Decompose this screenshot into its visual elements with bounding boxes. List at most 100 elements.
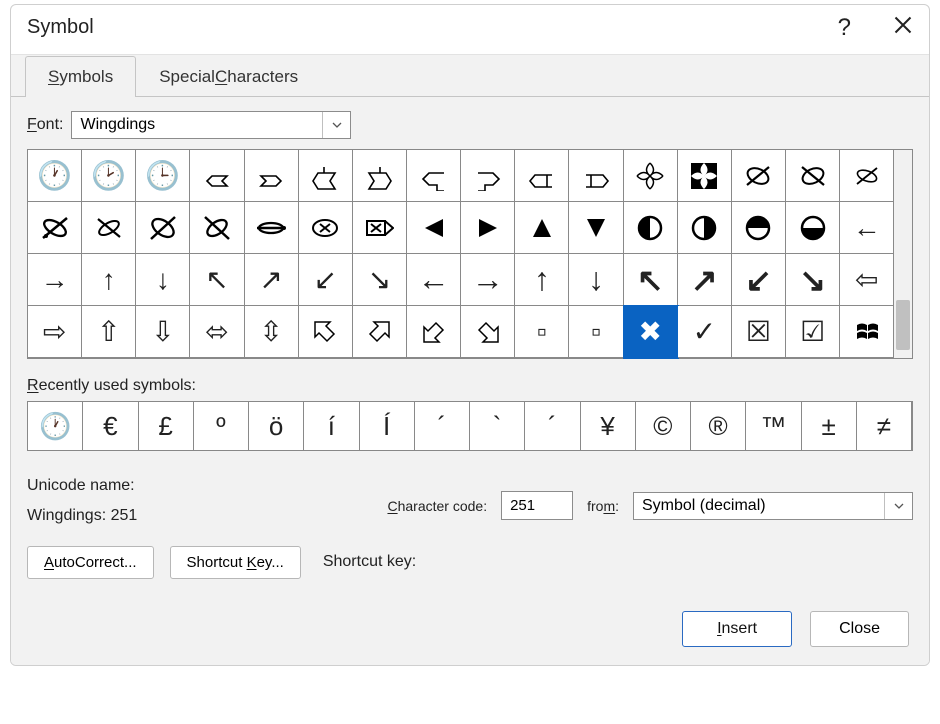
- symbol-cell[interactable]: [515, 150, 569, 202]
- recent-symbol-cell[interactable]: º: [194, 402, 249, 450]
- insert-button[interactable]: Insert: [682, 611, 792, 647]
- symbol-cell[interactable]: [28, 202, 82, 254]
- symbol-cell[interactable]: 🕐: [28, 150, 82, 202]
- from-input[interactable]: [634, 493, 884, 519]
- symbol-cell[interactable]: ✖: [624, 306, 678, 358]
- symbol-cell[interactable]: 🕑: [82, 150, 136, 202]
- shortcut-key-button[interactable]: Shortcut Key...: [170, 546, 301, 579]
- close-window-icon[interactable]: [893, 15, 913, 40]
- symbol-cell[interactable]: [82, 202, 136, 254]
- font-dropdown-button[interactable]: [322, 112, 350, 138]
- symbol-cell[interactable]: →: [28, 254, 82, 306]
- scrollbar-track[interactable]: [894, 150, 912, 358]
- symbol-cell[interactable]: [840, 306, 894, 358]
- symbol-cell[interactable]: [299, 150, 353, 202]
- symbol-cell[interactable]: [407, 306, 461, 358]
- recent-symbol-cell[interactable]: ™: [746, 402, 801, 450]
- symbol-cell[interactable]: ▫: [515, 306, 569, 358]
- symbol-cell[interactable]: [353, 306, 407, 358]
- symbol-cell[interactable]: ⇩: [136, 306, 190, 358]
- symbol-grid-container: 🕐🕑🕒←→↑↓↖↗↙↘←→↑↓↖↗↙↘⇦⇨⇧⇩⬄⇳▫▫✖✓☒☑: [27, 149, 913, 359]
- symbol-cell[interactable]: ☑: [786, 306, 840, 358]
- symbol-cell[interactable]: ☒: [732, 306, 786, 358]
- symbol-cell[interactable]: ↘: [786, 254, 840, 306]
- recent-symbol-cell[interactable]: ±: [802, 402, 857, 450]
- recent-symbol-cell[interactable]: ≠: [857, 402, 912, 450]
- symbol-cell[interactable]: [299, 306, 353, 358]
- symbol-cell[interactable]: →: [461, 254, 515, 306]
- symbol-cell[interactable]: ⇦: [840, 254, 894, 306]
- symbol-cell[interactable]: ↓: [569, 254, 623, 306]
- from-combo[interactable]: [633, 492, 913, 520]
- close-button[interactable]: Close: [810, 611, 909, 647]
- symbol-cell[interactable]: ↘: [353, 254, 407, 306]
- symbol-cell[interactable]: [407, 150, 461, 202]
- tab-special-characters[interactable]: SpecialCharacters: [136, 56, 321, 97]
- scrollbar-thumb[interactable]: [896, 300, 910, 350]
- symbol-cell[interactable]: [353, 150, 407, 202]
- symbol-cell[interactable]: 🕒: [136, 150, 190, 202]
- symbol-cell[interactable]: [515, 202, 569, 254]
- tab-symbols[interactable]: Symbols: [25, 56, 136, 97]
- symbol-cell[interactable]: [569, 202, 623, 254]
- from-dropdown-button[interactable]: [884, 493, 912, 519]
- recent-symbol-cell[interactable]: €: [83, 402, 138, 450]
- font-row: Font:: [27, 111, 913, 139]
- recent-symbol-cell[interactable]: £: [139, 402, 194, 450]
- symbol-cell[interactable]: ↓: [136, 254, 190, 306]
- symbol-cell[interactable]: ↙: [732, 254, 786, 306]
- symbol-cell[interactable]: [461, 150, 515, 202]
- recent-symbol-cell[interactable]: í: [304, 402, 359, 450]
- font-combo[interactable]: [71, 111, 351, 139]
- recent-symbol-cell[interactable]: Í: [360, 402, 415, 450]
- recent-symbol-cell[interactable]: 🕐: [28, 402, 83, 450]
- symbol-cell[interactable]: [299, 202, 353, 254]
- symbol-cell[interactable]: [407, 202, 461, 254]
- symbol-cell[interactable]: ↗: [245, 254, 299, 306]
- character-code-input[interactable]: [501, 491, 573, 520]
- symbol-cell[interactable]: [136, 202, 190, 254]
- symbol-cell[interactable]: ↖: [624, 254, 678, 306]
- symbol-cell[interactable]: ↑: [82, 254, 136, 306]
- symbol-cell[interactable]: [624, 150, 678, 202]
- symbol-cell[interactable]: [461, 306, 515, 358]
- autocorrect-button[interactable]: AutoCorrect...: [27, 546, 154, 579]
- symbol-cell[interactable]: ⬄: [190, 306, 244, 358]
- symbol-cell[interactable]: [461, 202, 515, 254]
- symbol-cell[interactable]: ▫: [569, 306, 623, 358]
- symbol-cell[interactable]: ↗: [678, 254, 732, 306]
- recent-symbol-cell[interactable]: ´: [525, 402, 580, 450]
- recent-symbol-cell[interactable]: ö: [249, 402, 304, 450]
- recent-symbol-cell[interactable]: ©: [636, 402, 691, 450]
- symbol-cell[interactable]: [840, 150, 894, 202]
- symbol-cell[interactable]: [353, 202, 407, 254]
- symbol-cell[interactable]: [678, 202, 732, 254]
- symbol-cell[interactable]: [678, 150, 732, 202]
- symbol-cell[interactable]: [786, 150, 840, 202]
- help-icon[interactable]: ?: [838, 16, 851, 40]
- symbol-cell[interactable]: ✓: [678, 306, 732, 358]
- font-input[interactable]: [72, 112, 322, 138]
- recent-symbol-cell[interactable]: `: [470, 402, 525, 450]
- titlebar: Symbol ?: [11, 5, 929, 54]
- symbol-cell[interactable]: ↑: [515, 254, 569, 306]
- symbol-cell[interactable]: [786, 202, 840, 254]
- symbol-cell[interactable]: ⇨: [28, 306, 82, 358]
- recent-symbol-cell[interactable]: ¥: [581, 402, 636, 450]
- symbol-cell[interactable]: [245, 150, 299, 202]
- symbol-cell[interactable]: ↙: [299, 254, 353, 306]
- symbol-cell[interactable]: ←: [407, 254, 461, 306]
- symbol-cell[interactable]: [190, 202, 244, 254]
- symbol-cell[interactable]: ↖: [190, 254, 244, 306]
- symbol-cell[interactable]: ⇳: [245, 306, 299, 358]
- symbol-cell[interactable]: ←: [840, 202, 894, 254]
- symbol-cell[interactable]: [624, 202, 678, 254]
- symbol-cell[interactable]: [245, 202, 299, 254]
- symbol-cell[interactable]: [190, 150, 244, 202]
- symbol-cell[interactable]: ⇧: [82, 306, 136, 358]
- recent-symbol-cell[interactable]: ´: [415, 402, 470, 450]
- symbol-cell[interactable]: [732, 202, 786, 254]
- recent-symbol-cell[interactable]: ®: [691, 402, 746, 450]
- symbol-cell[interactable]: [569, 150, 623, 202]
- symbol-cell[interactable]: [732, 150, 786, 202]
